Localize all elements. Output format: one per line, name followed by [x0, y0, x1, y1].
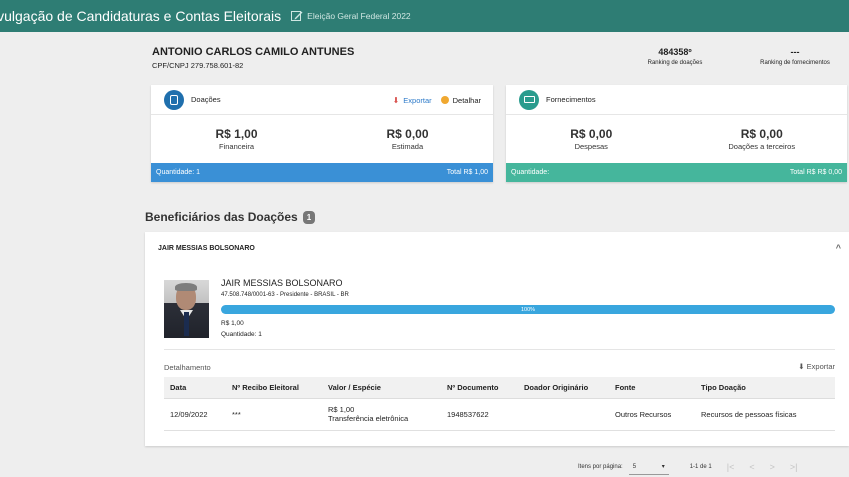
export-details-label: Exportar	[806, 362, 835, 371]
expenses-label: Despesas	[574, 142, 608, 151]
money-icon	[519, 89, 539, 110]
expenses-value: R$ 0,00	[570, 127, 613, 141]
election-label: Eleição Geral Federal 2022	[307, 11, 411, 21]
col-header-valor[interactable]: Valor / Espécie	[322, 377, 441, 399]
export-label: Exportar	[403, 95, 432, 105]
cell-valor: R$ 1,00 Transferência eletrônica	[322, 398, 441, 431]
financial-summary: R$ 1,00 Financeira	[151, 127, 322, 151]
supplies-card-title: Fornecimentos	[546, 95, 596, 104]
export-details-button[interactable]: ⬇ Exportar	[798, 362, 835, 371]
prev-page-icon[interactable]: <	[749, 462, 754, 472]
candidate-cpf: CPF/CNPJ 279.758.601-82	[152, 61, 244, 70]
detail-donations-link[interactable]: Detalhar	[440, 95, 481, 105]
third-party-label: Doações a terceiros	[728, 142, 796, 151]
col-header-fonte[interactable]: Fonte	[609, 377, 695, 399]
top-bar: ivulgação de Candidaturas e Contas Eleit…	[0, 0, 849, 32]
cell-tipo: Recursos de pessoas físicas	[695, 398, 835, 431]
beneficiary-info: 47.508.748/0001-63 - Presidente - BRASIL…	[221, 292, 349, 298]
col-header-doador[interactable]: Doador Originário	[518, 377, 609, 399]
items-per-page-label: Itens por página:	[578, 464, 623, 470]
cell-recibo: ***	[226, 398, 322, 431]
third-party-summary: R$ 0,00 Doações a terceiros	[677, 127, 848, 151]
beneficiary-quantity: Quantidade: 1	[221, 331, 262, 338]
cell-data: 12/09/2022	[164, 398, 226, 431]
donations-card-title: Doações	[191, 95, 221, 104]
donations-card-footer: Quantidade: 1 Total R$ 1,00	[151, 163, 493, 182]
financial-value: R$ 1,00	[215, 127, 258, 141]
last-page-icon[interactable]: >|	[790, 462, 798, 472]
expenses-summary: R$ 0,00 Despesas	[506, 127, 677, 151]
beneficiary-panel-header[interactable]: JAIR MESSIAS BOLSONARO ^	[145, 232, 849, 264]
first-page-icon[interactable]: |<	[727, 462, 735, 472]
supplies-card-footer: Quantidade: Total R$ R$ 0,00	[506, 163, 847, 182]
page-size-select[interactable]: 5 ▾	[628, 459, 669, 475]
donations-card-header: Doações ⬇ Exportar Detalhar	[151, 85, 493, 115]
candidate-photo	[164, 280, 209, 338]
ranking-supplies-label: Ranking de fornecimentos	[760, 60, 830, 66]
progress-bar: 100%	[221, 305, 835, 314]
estimated-label: Estimada	[391, 142, 424, 151]
export-donations-link[interactable]: ⬇ Exportar	[393, 96, 432, 105]
count-badge: 1	[302, 210, 316, 224]
cell-valor-amount: R$ 1,00	[328, 405, 355, 414]
page-size-value: 5	[632, 463, 637, 470]
col-header-tipo[interactable]: Tipo Doação	[695, 377, 835, 399]
receipt-icon	[164, 89, 184, 110]
detail-label: Detalhar	[452, 95, 481, 105]
download-icon: ⬇	[798, 362, 805, 371]
paginator: Itens por página: 5 ▾ 1-1 de 1 |< < > >|	[578, 459, 797, 475]
download-icon: ⬇	[392, 95, 400, 105]
divider	[164, 349, 835, 350]
cell-doador	[518, 398, 609, 431]
estimated-value: R$ 0,00	[386, 127, 429, 141]
third-party-value: R$ 0,00	[740, 127, 783, 141]
supplies-total: Total R$ R$ 0,00	[789, 169, 842, 176]
info-icon	[440, 96, 449, 104]
app-title: ivulgação de Candidaturas e Contas Eleit…	[0, 8, 282, 24]
cell-documento: 1948537622	[441, 398, 518, 431]
beneficiaries-heading: Beneficiários das Doações	[145, 210, 298, 224]
donations-card: Doações ⬇ Exportar Detalhar R$ 1,00 Fina…	[151, 85, 493, 182]
cell-fonte: Outros Recursos	[609, 398, 695, 431]
col-header-recibo[interactable]: Nº Recibo Eleitoral	[226, 377, 322, 399]
table-row: 12/09/2022 *** R$ 1,00 Transferência ele…	[164, 398, 835, 431]
section-title: Beneficiários das Doações 1	[145, 210, 316, 224]
next-page-icon[interactable]: >	[770, 462, 775, 472]
cell-valor-especie: Transferência eletrônica	[328, 414, 409, 423]
page-range: 1-1 de 1	[689, 464, 712, 470]
table-header-row: Data Nº Recibo Eleitoral Valor / Espécie…	[164, 377, 835, 399]
edit-icon[interactable]	[291, 10, 303, 22]
candidate-name: ANTONIO CARLOS CAMILO ANTUNES	[152, 46, 355, 58]
ranking-supplies-value: ---	[790, 47, 800, 57]
beneficiary-value: R$ 1,00	[221, 320, 244, 327]
financial-label: Financeira	[218, 142, 255, 151]
donations-quantity: Quantidade: 1	[156, 169, 200, 176]
chevron-up-icon[interactable]: ^	[836, 243, 841, 253]
panel-header-name: JAIR MESSIAS BOLSONARO	[158, 244, 255, 252]
beneficiary-name: JAIR MESSIAS BOLSONARO	[221, 278, 343, 288]
progress-fill: 100%	[221, 305, 835, 314]
col-header-data[interactable]: Data	[164, 377, 226, 399]
estimated-summary: R$ 0,00 Estimada	[322, 127, 493, 151]
supplies-card-header: Fornecimentos	[506, 85, 847, 115]
col-header-documento[interactable]: Nº Documento	[441, 377, 518, 399]
beneficiary-panel: JAIR MESSIAS BOLSONARO ^ JAIR MESSIAS BO…	[145, 232, 849, 446]
details-table: Data Nº Recibo Eleitoral Valor / Espécie…	[164, 377, 835, 431]
ranking-donations-value: 484358º	[658, 47, 692, 57]
donations-total: Total R$ 1,00	[446, 169, 488, 176]
ranking-donations: 484358º Ranking de doações	[630, 47, 720, 66]
ranking-supplies: --- Ranking de fornecimentos	[750, 47, 840, 66]
supplies-card: Fornecimentos R$ 0,00 Despesas R$ 0,00 D…	[506, 85, 847, 182]
progress-label: 100%	[520, 306, 536, 313]
supplies-quantity: Quantidade:	[511, 169, 550, 176]
caret-down-icon: ▾	[661, 464, 665, 470]
ranking-donations-label: Ranking de doações	[647, 60, 703, 66]
detail-heading: Detalhamento	[164, 363, 211, 372]
